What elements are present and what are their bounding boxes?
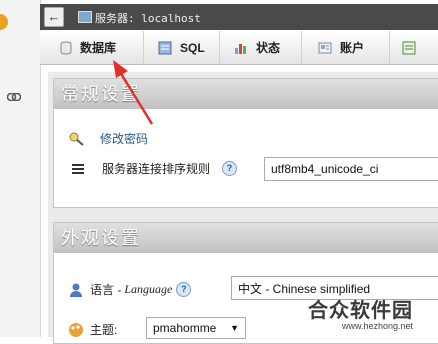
watermark: 合众软件园 www.hezhong.net	[308, 294, 413, 331]
watermark-title: 合众软件园	[308, 300, 413, 322]
annotation-arrow-icon	[113, 60, 154, 125]
